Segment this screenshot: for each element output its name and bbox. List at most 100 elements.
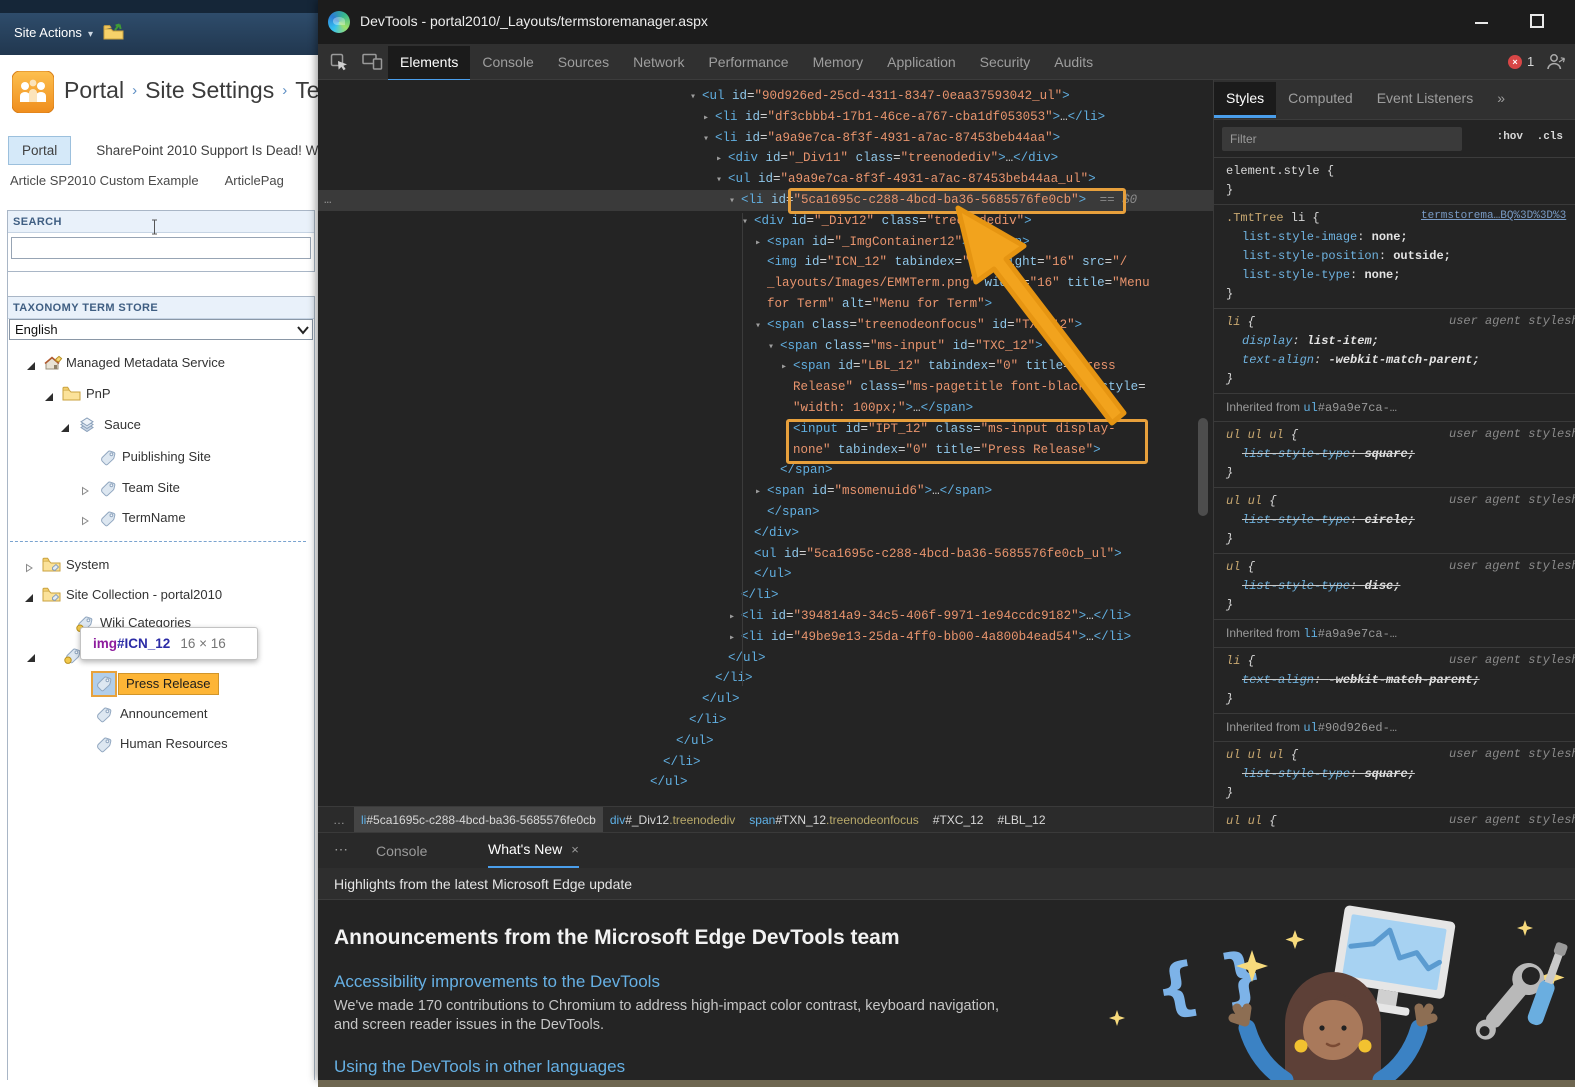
tree-item-label[interactable]: Sauce [104,415,141,435]
tree-item-termname[interactable]: TermName [0,508,318,532]
css-property[interactable]: text-align: -webkit-match-parent; [1226,671,1575,690]
language-select[interactable]: English [9,319,313,340]
tab-sources[interactable]: Sources [546,44,621,80]
dom-tree-node[interactable]: Release" class="ms-pagetitle font-black"… [318,377,1213,398]
expand-arrow-icon[interactable]: ▾ [716,171,728,192]
dom-tree-node[interactable]: none" tabindex="0" title="Press Release"… [318,440,1213,461]
feedback-person-icon[interactable] [1546,52,1566,76]
dom-tree-node[interactable]: </ul> [318,648,1213,669]
tree-item-label[interactable]: PnP [86,384,111,404]
breadcrumb-item[interactable]: Ter [295,77,318,103]
drawer-tab-what-s-new[interactable]: What's New × [488,833,579,869]
dom-tree-node[interactable]: </ul> [318,731,1213,752]
tree-item-managed-metadata-service[interactable]: Managed Metadata Service [0,353,318,377]
tab-memory[interactable]: Memory [801,44,876,80]
inherited-tag[interactable]: ul [1303,721,1317,735]
css-property[interactable]: text-align: -webkit-match-parent; [1226,351,1575,370]
expanded-arrow-icon[interactable] [60,420,70,438]
dom-tree-node[interactable]: … ▾ <li id="5ca1695c-c288-4bcd-ba36-568557… [318,189,1213,213]
drawer-tab-console[interactable]: Console [376,833,427,869]
collapse-arrow-icon[interactable]: ▸ [781,358,793,379]
search-input[interactable] [11,237,311,259]
expanded-arrow-icon[interactable] [26,358,36,376]
collapse-arrow-icon[interactable]: ▸ [729,608,741,629]
dom-tree-node[interactable]: ▾ <ul id="a9a9e7ca-8f3f-4931-a7ac-87453be… [318,169,1213,190]
stylesheet-link[interactable]: termstorema…BQ%3D%3D%3 [1421,210,1573,222]
expand-arrow-icon[interactable]: ▾ [703,130,715,151]
elements-scrollbar[interactable] [1198,418,1208,516]
collapsed-arrow-icon[interactable] [80,483,90,501]
dom-tree-node[interactable]: ▾ <div id="_Div12" class="treenodediv"> [318,211,1213,232]
dom-tree-node[interactable]: ▸ <li id="49be9e13-25da-4ff0-bb00-4a800b4… [318,627,1213,648]
dom-tree-node[interactable]: </li> [318,710,1213,731]
collapse-arrow-icon[interactable]: ▸ [703,109,715,130]
breadcrumb-node[interactable]: div#_Div12.treenodediv [603,807,742,832]
dom-tree-node[interactable]: <input id="IPT_12" class="ms-input displ… [318,419,1213,440]
nav-link[interactable]: Article SP2010 Custom Example [10,173,199,188]
tab--[interactable]: » [1485,80,1517,116]
site-actions-menu[interactable]: Site Actions ▾ [14,25,93,40]
inherited-tag[interactable]: li [1303,627,1317,641]
tree-item-pnp[interactable]: PnP [0,384,318,408]
css-property[interactable]: list-style-type: square; [1226,765,1575,784]
dom-tree-node[interactable]: ▾ <span class="ms-input" id="TXC_12"> [318,336,1213,357]
dom-tree-node[interactable]: ▾ <ul id="90d926ed-25cd-4311-8347-0eaa375… [318,86,1213,107]
expand-arrow-icon[interactable]: ▾ [742,213,754,234]
css-property[interactable]: list-style-type: circle; [1226,511,1575,530]
css-property[interactable]: list-style-type: square; [1226,445,1575,464]
breadcrumb-node[interactable]: … [326,807,354,832]
site-logo-icon[interactable] [11,70,55,118]
expand-arrow-icon[interactable]: ▾ [768,338,780,359]
breadcrumb-node[interactable]: span#TXN_12.treenodeonfocus [742,807,925,832]
dom-tree-node[interactable]: "width: 100px;">…</span> [318,398,1213,419]
collapsed-arrow-icon[interactable] [80,513,90,531]
tree-item-announcement[interactable]: Announcement [0,704,318,728]
tree-item-human-resources[interactable]: Human Resources [0,734,318,758]
collapse-arrow-icon[interactable]: ▸ [729,629,741,650]
dom-tree-node[interactable]: </div> [318,523,1213,544]
dom-tree-node[interactable]: </span> [318,502,1213,523]
tree-item-label[interactable]: System [66,555,109,575]
dom-tree-node[interactable]: ▸ <span id="LBL_12" tabindex="0" title="P… [318,356,1213,377]
tab-performance[interactable]: Performance [696,44,800,80]
tree-item-label[interactable]: Site Collection - portal2010 [66,585,222,605]
css-property[interactable]: list-style-type: none; [1226,266,1575,285]
tree-item-puiblishing-site[interactable]: Puiblishing Site [0,447,318,471]
tab-application[interactable]: Application [875,44,968,80]
dom-tree-node[interactable]: ▸ <li id="394814a9-34c5-406f-9971-1e94ccd… [318,606,1213,627]
styles-filter-input[interactable]: Filter [1222,127,1462,151]
minimize-button[interactable] [1475,22,1488,24]
breadcrumb-item[interactable]: Site Settings [145,77,274,103]
tree-item-team-site[interactable]: Team Site [0,478,318,502]
expand-arrow-icon[interactable]: ▾ [690,88,702,109]
tab-computed[interactable]: Computed [1276,80,1365,116]
dom-tree-node[interactable]: <img id="ICN_12" tabindex="0" height="16… [318,252,1213,273]
tab-elements[interactable]: Elements [388,46,471,82]
tree-item-label[interactable]: Team Site [122,478,180,498]
maximize-button[interactable] [1530,14,1544,28]
inherited-tag[interactable]: ul [1303,401,1317,415]
tab-audits[interactable]: Audits [1042,44,1105,80]
tab-network[interactable]: Network [621,44,696,80]
expanded-arrow-icon[interactable] [24,590,34,608]
tree-item-sauce[interactable]: Sauce [0,415,318,439]
dom-tree-node[interactable]: </li> [318,668,1213,689]
expand-arrow-icon[interactable]: ▾ [729,192,741,213]
dom-tree-node[interactable]: </ul> [318,689,1213,710]
tree-item-system[interactable]: System [0,555,318,579]
breadcrumb-node[interactable]: #LBL_12 [990,807,1052,832]
dom-tree-node[interactable]: _layouts/Images/EMMTerm.png" width="16" … [318,273,1213,294]
expand-arrow-icon[interactable]: ▾ [755,317,767,338]
collapsed-arrow-icon[interactable] [24,560,34,578]
tree-item-label[interactable]: Managed Metadata Service [66,353,225,373]
expanded-arrow-icon[interactable] [26,650,36,668]
dom-tree-node[interactable]: </li> [318,752,1213,773]
tree-item-label[interactable]: Human Resources [120,734,228,754]
inspect-element-icon[interactable] [330,53,349,77]
tab-portal[interactable]: Portal [8,136,72,165]
drawer-overflow-menu[interactable]: ⋯ [334,841,350,858]
error-badge-icon[interactable]: × [1508,55,1522,69]
dom-tree-node[interactable]: ▸ <div id="_Div11" class="treenodediv">…<… [318,148,1213,169]
breadcrumb-node[interactable]: #TXC_12 [926,807,991,832]
tab-security[interactable]: Security [968,44,1043,80]
